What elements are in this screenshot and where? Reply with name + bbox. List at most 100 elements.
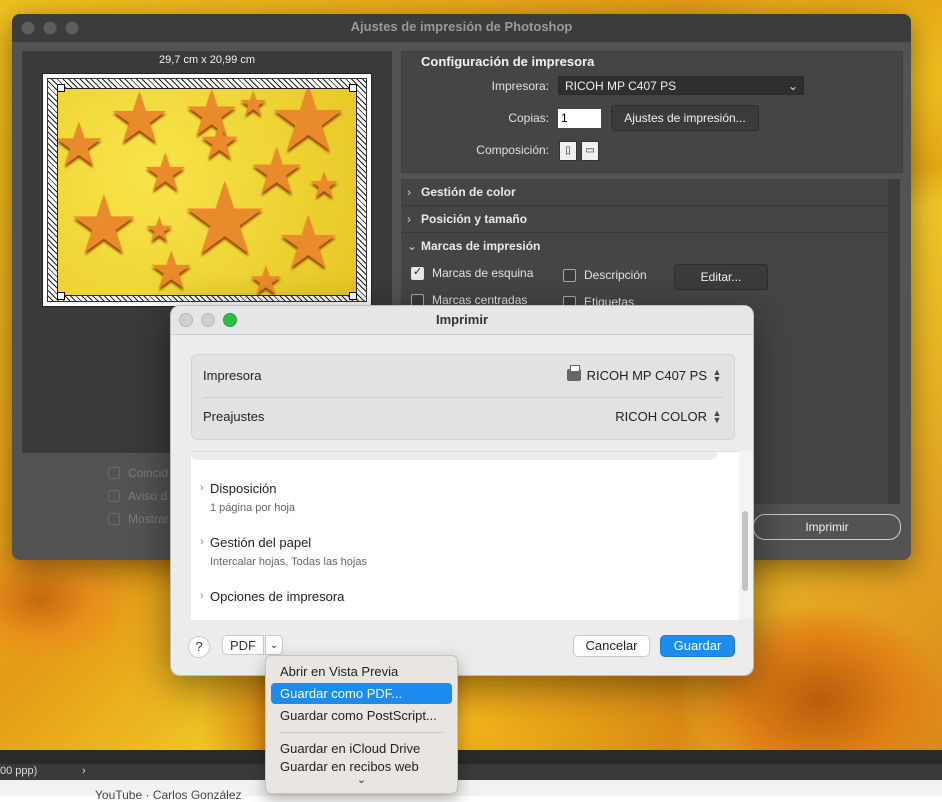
dialog-title: Imprimir (435, 312, 488, 327)
gamut-warning-checkbox[interactable]: Aviso d (108, 489, 167, 503)
printer-config-heading: Configuración de impresora (421, 54, 595, 69)
paper-handling-summary: Intercalar hojas, Todas las hojas (210, 556, 367, 568)
menu-item-save-pdf[interactable]: Guardar como PDF... (271, 683, 452, 704)
color-management-section[interactable]: › Gestión de color (401, 179, 888, 206)
close-window-button[interactable] (21, 21, 35, 35)
star-shape: ★ (68, 180, 140, 269)
landscape-layout-icon[interactable]: ▭ (581, 141, 599, 161)
chevron-right-icon: › (407, 212, 411, 226)
menu-separator (280, 732, 443, 733)
help-button[interactable]: ? (188, 636, 210, 658)
save-button[interactable]: Guardar (660, 635, 735, 657)
printer-popup[interactable]: RICOH MP C407 PS (566, 356, 707, 396)
printer-row[interactable]: Impresora RICOH MP C407 PS ▲ ▼ (203, 356, 723, 396)
star-shape: ★ (198, 116, 242, 169)
checkbox-box[interactable] (108, 490, 120, 502)
crop-handle[interactable] (349, 292, 357, 300)
window-titlebar: Ajustes de impresión de Photoshop (12, 14, 911, 42)
minimize-window-button[interactable] (43, 21, 57, 35)
cancel-button[interactable]: Cancelar (573, 635, 650, 657)
chevron-right-icon: › (407, 185, 411, 199)
window-title: Ajustes de impresión de Photoshop (350, 19, 573, 34)
edit-button[interactable]: Editar... (674, 264, 768, 290)
settings-scrollbar[interactable] (888, 179, 900, 504)
printer-options-disclosure[interactable]: › Opciones de impresora (200, 589, 345, 604)
menu-item-open-preview[interactable]: Abrir en Vista Previa (271, 661, 452, 682)
star-shape: ★ (148, 242, 195, 296)
window-controls (179, 313, 237, 327)
printer-label: Impresora: (491, 79, 549, 93)
star-shape: ★ (57, 111, 106, 178)
minimize-window-button[interactable] (201, 313, 215, 327)
scrollbar-thumb[interactable] (742, 511, 748, 591)
window-controls (21, 21, 79, 35)
close-window-button[interactable] (179, 313, 193, 327)
mac-print-dialog: Imprimir Impresora RICOH MP C407 PS ▲ ▼ P… (170, 305, 754, 676)
checkbox-box[interactable] (563, 268, 576, 282)
printer-select-value: RICOH MP C407 PS (565, 79, 677, 93)
pdf-button-label[interactable]: PDF (222, 635, 264, 655)
menu-item-save-web-receipts[interactable]: Guardar en recibos web (271, 760, 452, 772)
paper-handling-disclosure[interactable]: › Gestión del papel Intercalar hojas, To… (200, 535, 367, 568)
printer-select[interactable]: RICOH MP C407 PS ⌄ (558, 76, 804, 95)
checkbox-checked[interactable] (411, 265, 424, 280)
presets-label: Preajustes (203, 409, 265, 424)
channel-text: YouTube · Carlos González (95, 788, 242, 802)
star-shape: ★ (308, 164, 341, 205)
options-scrollbar[interactable] (739, 451, 753, 619)
paper-preview: ★ ★ ★ ★ ★ ★ ★ ★ ★ ★ ★ ★ ★ ★ ★ (42, 73, 372, 307)
layout-summary: 1 página por hoja (210, 502, 296, 514)
chevron-down-icon[interactable]: ⌄ (265, 635, 283, 655)
resolution-text: 00 ppp) (0, 765, 38, 777)
checkbox-box[interactable] (108, 467, 120, 479)
show-white-checkbox[interactable]: Mostrar (108, 512, 169, 526)
corner-marks-checkbox[interactable]: Marcas de esquina (411, 265, 533, 280)
crop-handle[interactable] (349, 84, 357, 92)
chevron-right-icon: › (200, 590, 204, 602)
printer-icon (566, 365, 581, 381)
menu-item-save-icloud[interactable]: Guardar en iCloud Drive (271, 738, 452, 759)
presets-row[interactable]: Preajustes RICOH COLOR ▲ ▼ (203, 397, 723, 437)
checkbox-box[interactable] (108, 513, 120, 525)
star-shape: ★ (276, 203, 341, 283)
star-shape: ★ (238, 88, 269, 123)
collapsed-section-edge (191, 452, 717, 460)
layout-label: Composición: (476, 143, 549, 157)
portrait-layout-icon[interactable]: ▯ (559, 141, 577, 161)
match-colors-checkbox[interactable]: Coincid (108, 466, 168, 480)
position-size-section[interactable]: › Posición y tamaño (401, 206, 888, 233)
updown-chevron-icon: ▲ ▼ (712, 408, 722, 425)
background-app-strip: 00 ppp) › YouTube · Carlos González (0, 750, 942, 802)
dialog-titlebar: Imprimir (171, 306, 753, 335)
chevron-right-icon[interactable]: › (82, 765, 86, 777)
chevron-down-icon[interactable]: ⌄ (266, 773, 457, 786)
updown-chevron-icon: ▲ ▼ (712, 367, 722, 384)
print-marks-section[interactable]: ⌄ Marcas de impresión (401, 233, 888, 259)
printer-preset-group: Impresora RICOH MP C407 PS ▲ ▼ Preajustes… (191, 354, 735, 440)
copies-label: Copias: (508, 111, 549, 125)
crop-handle[interactable] (57, 84, 65, 92)
star-shape: ★ (248, 259, 284, 296)
presets-popup[interactable]: RICOH COLOR (615, 397, 707, 437)
copies-input[interactable]: 1 (558, 109, 601, 128)
crop-handle[interactable] (57, 292, 65, 300)
printer-options-label: Opciones de impresora (210, 589, 345, 604)
print-button[interactable]: Imprimir (753, 514, 901, 540)
status-strip: 00 ppp) › (0, 764, 942, 780)
zoom-window-button[interactable] (65, 21, 79, 35)
layout-disclosure[interactable]: › Disposición 1 página por hoja (200, 481, 296, 514)
options-pane: › Disposición 1 página por hoja › Gestió… (191, 451, 739, 620)
printer-value: RICOH MP C407 PS (586, 368, 707, 383)
pdf-menu-button[interactable]: PDF ⌄ (222, 635, 284, 655)
chevron-right-icon: › (200, 482, 204, 494)
chevron-down-icon: ⌄ (407, 239, 418, 253)
preview-image[interactable]: ★ ★ ★ ★ ★ ★ ★ ★ ★ ★ ★ ★ ★ ★ ★ (57, 88, 357, 296)
print-settings-button[interactable]: Ajustes de impresión... (611, 105, 759, 131)
menu-item-save-postscript[interactable]: Guardar como PostScript... (271, 705, 452, 726)
printer-label: Impresora (203, 368, 262, 383)
paper-size-label: 29,7 cm x 20,99 cm (159, 54, 255, 66)
description-checkbox[interactable]: Descripción (563, 268, 647, 282)
zoom-window-button[interactable] (223, 313, 237, 327)
chevron-right-icon: › (200, 536, 204, 548)
chevron-down-icon: ⌄ (787, 79, 798, 93)
